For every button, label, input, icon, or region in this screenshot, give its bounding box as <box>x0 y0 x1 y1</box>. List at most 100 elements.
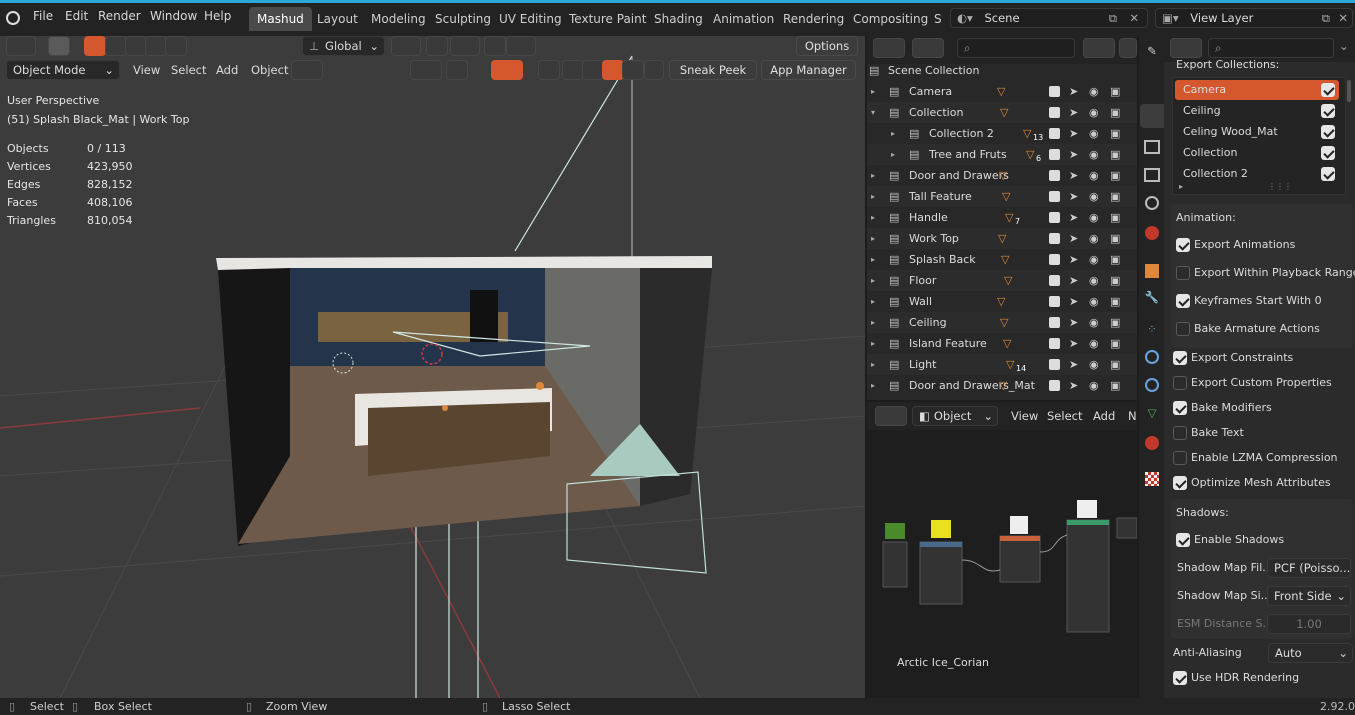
close-scene-icon[interactable]: ✕ <box>1129 9 1139 27</box>
overlays-icon[interactable] <box>491 60 523 80</box>
expand-arrow-icon[interactable]: ▸ <box>891 144 895 165</box>
outliner-row[interactable]: ▸ ▤ Work Top ▽ ➤ ◉ ▣ <box>867 228 1137 249</box>
select-arrow-icon[interactable]: ➤ <box>1069 186 1078 207</box>
proportional-edit-icon[interactable] <box>484 36 506 56</box>
export-collections-list[interactable]: Camera Ceiling Celing Wood_Mat Collection Co… <box>1172 77 1346 195</box>
select-arrow-icon[interactable]: ➤ <box>1069 354 1078 375</box>
exclude-checkbox[interactable] <box>1049 359 1060 370</box>
select-new-icon[interactable] <box>84 36 106 56</box>
constraints-tab-icon[interactable] <box>1145 378 1159 392</box>
mode-select[interactable]: Object Mode ⌄ <box>6 60 120 80</box>
export-collection-row[interactable]: Celing Wood_Mat <box>1175 122 1339 142</box>
viewport-menu-select[interactable]: Select <box>171 63 206 77</box>
option-checkbox[interactable] <box>1176 322 1190 336</box>
select-arrow-icon[interactable]: ➤ <box>1069 165 1078 186</box>
resize-grip-icon[interactable]: ⋮⋮⋮ <box>1268 182 1292 191</box>
object-data-icon[interactable]: ▽ <box>1004 270 1012 291</box>
exclude-checkbox[interactable] <box>1049 380 1060 391</box>
exclude-checkbox[interactable] <box>1049 107 1060 118</box>
shading-options-icon[interactable] <box>644 60 664 80</box>
display-mode-icon[interactable] <box>912 38 944 58</box>
expand-arrow-icon[interactable]: ▸ <box>871 333 875 354</box>
select-arrow-icon[interactable]: ➤ <box>1069 375 1078 396</box>
node-menu-n[interactable]: N <box>1128 409 1137 423</box>
properties-options-icon[interactable]: ⌄ <box>1339 39 1349 53</box>
object-data-icon[interactable]: ▽ <box>997 291 1005 312</box>
outliner-row[interactable]: ▸ ▤ Splash Back ▽ ➤ ◉ ▣ <box>867 249 1137 270</box>
world-tab-icon[interactable] <box>1145 226 1159 240</box>
scene-tab-icon[interactable] <box>1145 196 1159 210</box>
tab-uv-editing[interactable]: UV Editing <box>491 7 570 31</box>
expand-arrow-icon[interactable]: ▸ <box>871 270 875 291</box>
outliner-row[interactable]: ▸ ▤ Collection 2 ▽ 13 ➤ ◉ ▣ <box>867 123 1137 144</box>
eye-icon[interactable]: ◉ <box>1089 123 1099 144</box>
object-data-icon[interactable]: ▽ <box>1001 249 1009 270</box>
exclude-checkbox[interactable] <box>1049 149 1060 160</box>
eye-icon[interactable]: ◉ <box>1089 102 1099 123</box>
option-checkbox[interactable] <box>1176 266 1190 280</box>
options-button[interactable]: Options <box>796 36 858 56</box>
physics-tab-icon[interactable] <box>1145 350 1159 364</box>
camera-render-icon[interactable]: ▣ <box>1110 123 1120 144</box>
export-collection-row[interactable]: Ceiling <box>1175 101 1339 121</box>
snap-target-icon[interactable] <box>450 36 480 56</box>
expand-arrow-icon[interactable]: ▸ <box>871 375 875 396</box>
select-invert-icon[interactable] <box>145 36 167 56</box>
outliner-row[interactable]: ▸ ▤ Light ▽ 14 ➤ ◉ ▣ <box>867 354 1137 375</box>
filter-icon[interactable] <box>1083 38 1115 58</box>
3d-viewport[interactable]: User Perspective (51) Splash Black_Mat |… <box>0 36 865 698</box>
viewport-menu-add[interactable]: Add <box>216 63 238 77</box>
object-tab-icon[interactable] <box>1145 264 1159 278</box>
exclude-checkbox[interactable] <box>1049 191 1060 202</box>
select-arrow-icon[interactable]: ➤ <box>1069 270 1078 291</box>
object-data-icon[interactable]: ▽ <box>1026 144 1034 165</box>
exclude-checkbox[interactable] <box>1049 86 1060 97</box>
object-data-icon[interactable]: ▽ <box>1003 333 1011 354</box>
transform-affect-icon[interactable] <box>291 60 323 80</box>
menu-edit[interactable]: Edit <box>65 9 88 23</box>
editor-type-icon[interactable] <box>6 36 36 56</box>
wireframe-shading-icon[interactable] <box>562 60 584 80</box>
expand-arrow-icon[interactable]: ▸ <box>871 291 875 312</box>
camera-render-icon[interactable]: ▣ <box>1110 312 1120 333</box>
select-arrow-icon[interactable]: ➤ <box>1069 102 1078 123</box>
properties-editor-type-icon[interactable] <box>1170 38 1202 58</box>
eye-icon[interactable]: ◉ <box>1089 312 1099 333</box>
exclude-checkbox[interactable] <box>1049 338 1060 349</box>
camera-render-icon[interactable]: ▣ <box>1110 207 1120 228</box>
menu-help[interactable]: Help <box>204 9 231 23</box>
modifier-tab-icon[interactable]: 🔧 <box>1143 290 1161 308</box>
option-checkbox[interactable] <box>1176 238 1190 252</box>
select-arrow-icon[interactable]: ➤ <box>1069 312 1078 333</box>
collection-export-checkbox[interactable] <box>1321 104 1335 118</box>
node-editor-type-icon[interactable] <box>875 406 907 426</box>
shader-node-editor[interactable]: ◧ Object ⌄ View Select Add N Arctic Ice_Co… <box>867 402 1137 698</box>
object-data-icon[interactable]: ▽ <box>1000 102 1008 123</box>
solid-shading-icon[interactable] <box>582 60 604 80</box>
anti-aliasing-select[interactable]: Auto ⌄ <box>1268 643 1353 663</box>
collection-export-checkbox[interactable] <box>1321 146 1335 160</box>
outliner-row[interactable]: ▸ ▤ Floor ▽ ➤ ◉ ▣ <box>867 270 1137 291</box>
collection-export-checkbox[interactable] <box>1321 83 1335 97</box>
output-tab-icon[interactable] <box>1144 140 1160 154</box>
select-subtract-icon[interactable] <box>125 36 147 56</box>
expand-arrow-icon[interactable]: ▸ <box>871 249 875 270</box>
select-arrow-icon[interactable]: ➤ <box>1069 249 1078 270</box>
object-data-icon[interactable]: ▽ <box>1002 186 1010 207</box>
menu-file[interactable]: File <box>33 9 53 23</box>
expand-icon[interactable]: ▸ <box>1179 182 1183 191</box>
use-hdr-checkbox[interactable] <box>1173 671 1187 685</box>
object-data-icon[interactable]: ▽ <box>1000 312 1008 333</box>
copy-view-layer-icon[interactable]: ⧉ <box>1322 9 1330 27</box>
outliner-search-input[interactable]: ⌕ <box>957 38 1075 58</box>
camera-render-icon[interactable]: ▣ <box>1110 102 1120 123</box>
object-data-icon[interactable]: ▽ <box>1005 207 1013 228</box>
camera-render-icon[interactable]: ▣ <box>1110 270 1120 291</box>
outliner-row[interactable]: ▸ ▤ Door and Drawers_Mat ▽ ➤ ◉ ▣ <box>867 375 1137 396</box>
camera-render-icon[interactable]: ▣ <box>1110 333 1120 354</box>
select-arrow-icon[interactable]: ➤ <box>1069 123 1078 144</box>
tab-mashud[interactable]: Mashud <box>249 7 312 31</box>
outliner-editor-type-icon[interactable] <box>873 38 905 58</box>
eye-icon[interactable]: ◉ <box>1089 291 1099 312</box>
eye-icon[interactable]: ◉ <box>1089 144 1099 165</box>
